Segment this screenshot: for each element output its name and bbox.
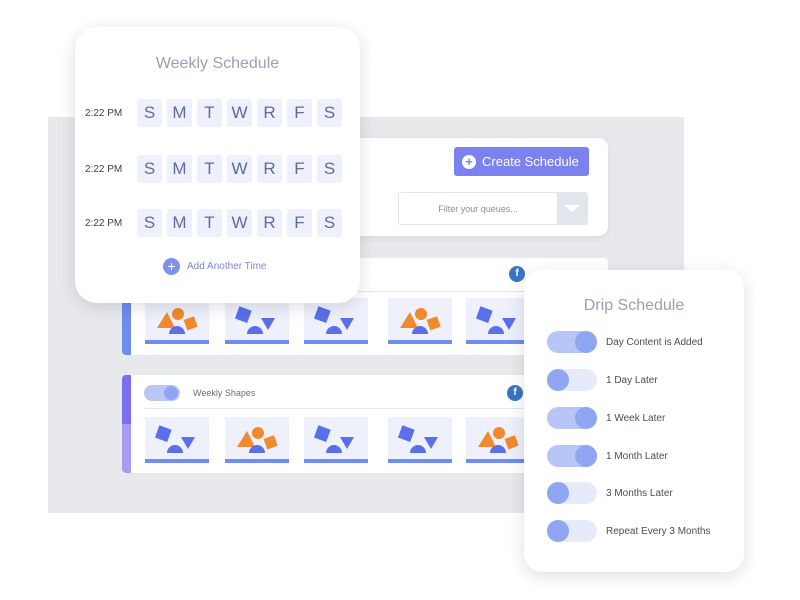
create-schedule-button[interactable]: + Create Schedule: [454, 147, 589, 176]
schedule-time-row: 2:22 PM S M T W R F S: [85, 155, 347, 183]
time-value[interactable]: 2:22 PM: [85, 164, 137, 175]
day-toggle[interactable]: W: [227, 99, 252, 127]
queue-toggle[interactable]: [144, 385, 180, 401]
drip-toggle[interactable]: [547, 482, 597, 504]
queue-accent-bar: [122, 375, 131, 473]
time-value[interactable]: 2:22 PM: [85, 108, 137, 119]
drip-toggle[interactable]: [547, 331, 597, 353]
shapes-image: [478, 427, 519, 453]
post-thumbnail[interactable]: [225, 298, 289, 344]
post-thumbnail[interactable]: [304, 298, 368, 344]
day-toggle[interactable]: T: [197, 99, 222, 127]
time-value[interactable]: 2:22 PM: [85, 218, 137, 229]
day-toggle[interactable]: R: [257, 209, 282, 237]
day-toggle[interactable]: S: [137, 155, 162, 183]
drip-toggle[interactable]: [547, 369, 597, 391]
queue-filter-select[interactable]: Filter your queues...: [398, 192, 588, 225]
drip-option-label: 1 Month Later: [606, 450, 668, 462]
drip-schedule-title: Drip Schedule: [583, 297, 685, 314]
shapes-image: [400, 308, 441, 334]
day-toggle[interactable]: S: [317, 155, 342, 183]
day-toggle[interactable]: S: [137, 99, 162, 127]
day-toggle[interactable]: M: [167, 209, 192, 237]
post-thumbnail[interactable]: [145, 298, 209, 344]
drip-option: 1 Week Later: [547, 407, 665, 429]
drip-option-label: 3 Months Later: [606, 487, 673, 499]
day-toggle[interactable]: F: [287, 99, 312, 127]
drip-toggle[interactable]: [547, 445, 597, 467]
schedule-time-row: 2:22 PM S M T W R F S: [85, 209, 347, 237]
day-toggle[interactable]: F: [287, 155, 312, 183]
drip-option: Day Content is Added: [547, 331, 703, 353]
drip-option-label: 1 Day Later: [606, 374, 658, 386]
day-toggle[interactable]: S: [137, 209, 162, 237]
weekly-schedule-card: Weekly Schedule 2:22 PM S M T W R F S 2:22 PM S M T…: [75, 27, 360, 303]
day-toggle[interactable]: S: [317, 209, 342, 237]
post-thumbnail[interactable]: [388, 417, 452, 463]
facebook-icon[interactable]: f: [509, 266, 525, 282]
filter-placeholder: Filter your queues...: [438, 203, 518, 214]
shapes-image: [154, 425, 195, 453]
post-thumbnail[interactable]: [145, 417, 209, 463]
queue-title: Weekly Shapes: [193, 388, 256, 398]
day-toggle[interactable]: T: [197, 209, 222, 237]
shapes-image: [313, 306, 354, 334]
shapes-image: [313, 425, 354, 453]
drip-option: 3 Months Later: [547, 482, 673, 504]
add-another-time-button[interactable]: + Add Another Time: [163, 258, 267, 275]
drip-schedule-card: Drip Schedule Day Content is Added 1 Day …: [524, 270, 744, 572]
drip-option: Repeat Every 3 Months: [547, 520, 711, 542]
plus-icon: +: [462, 154, 476, 169]
add-time-label: Add Another Time: [187, 261, 267, 272]
drip-option: 1 Day Later: [547, 369, 658, 391]
post-thumbnail[interactable]: [466, 417, 530, 463]
shapes-image: [237, 427, 278, 453]
day-toggle[interactable]: W: [227, 155, 252, 183]
shapes-image: [397, 425, 438, 453]
day-toggle[interactable]: M: [167, 155, 192, 183]
day-toggle[interactable]: R: [257, 155, 282, 183]
post-thumbnail[interactable]: [466, 298, 530, 344]
post-thumbnail[interactable]: [388, 298, 452, 344]
day-toggle[interactable]: R: [257, 99, 282, 127]
drip-option: 1 Month Later: [547, 445, 668, 467]
schedule-time-row: 2:22 PM S M T W R F S: [85, 99, 347, 127]
weekly-schedule-title: Weekly Schedule: [155, 55, 280, 72]
plus-icon: +: [163, 258, 180, 275]
post-thumbnail[interactable]: [304, 417, 368, 463]
shapes-image: [475, 306, 516, 334]
day-toggle[interactable]: F: [287, 209, 312, 237]
day-toggle[interactable]: S: [317, 99, 342, 127]
shapes-image: [234, 306, 275, 334]
day-toggle[interactable]: T: [197, 155, 222, 183]
create-schedule-label: Create Schedule: [482, 154, 579, 169]
post-thumbnail[interactable]: [225, 417, 289, 463]
chevron-down-icon: [564, 205, 580, 212]
day-toggle[interactable]: W: [227, 209, 252, 237]
shapes-image: [157, 308, 198, 334]
day-toggle[interactable]: M: [167, 99, 192, 127]
drip-toggle[interactable]: [547, 407, 597, 429]
facebook-icon[interactable]: f: [507, 385, 523, 401]
drip-option-label: Repeat Every 3 Months: [606, 525, 711, 537]
drip-option-label: 1 Week Later: [606, 412, 666, 424]
dropdown-toggle[interactable]: [557, 193, 587, 224]
drip-option-label: Day Content is Added: [606, 336, 703, 348]
drip-toggle[interactable]: [547, 520, 597, 542]
